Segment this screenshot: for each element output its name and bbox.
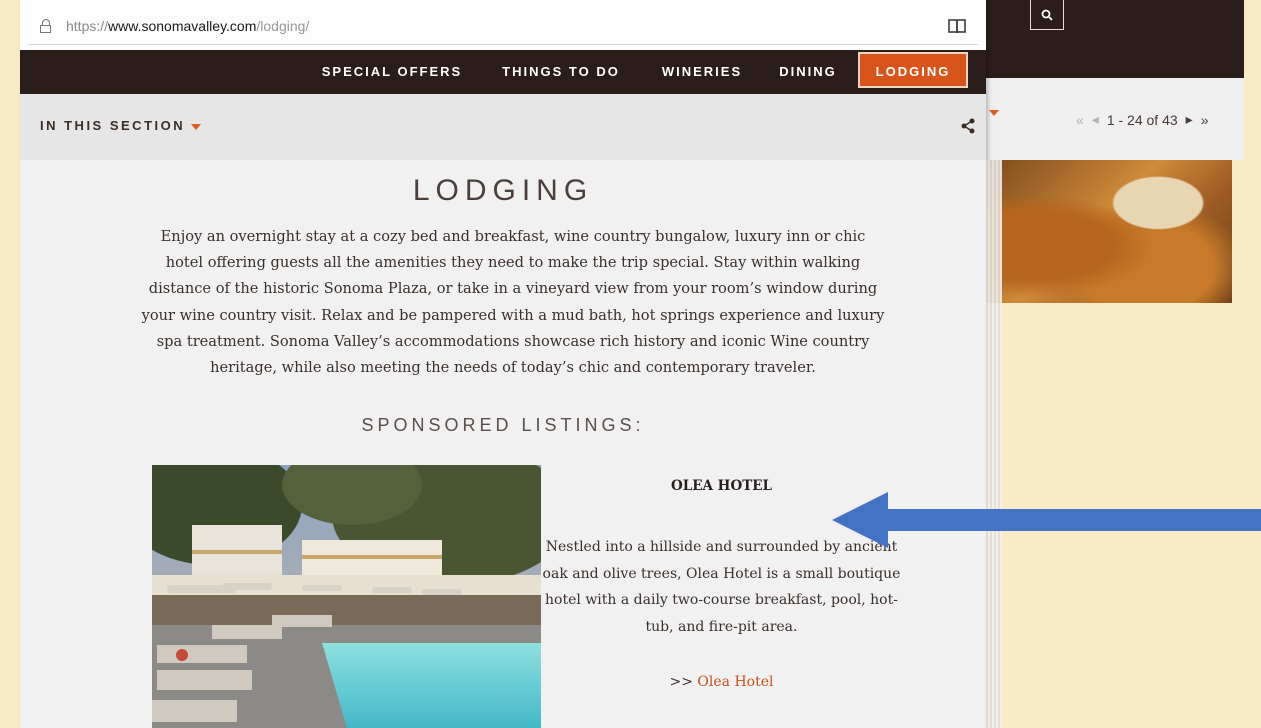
- caret-down-icon: [989, 110, 999, 116]
- first-page-icon[interactable]: «: [1076, 112, 1084, 128]
- page-title: LODGING: [412, 174, 594, 207]
- nav-things-to-do[interactable]: THINGS TO DO: [496, 50, 626, 94]
- next-page-icon[interactable]: ▸: [1186, 111, 1193, 128]
- lock-icon: [40, 19, 52, 33]
- search-icon: [1041, 9, 1053, 21]
- nav-dining[interactable]: DINING: [772, 50, 844, 94]
- in-this-section-dropdown[interactable]: IN THIS SECTION: [40, 118, 202, 133]
- address-bar: https://www.sonomavalley.com/lodging/: [20, 0, 986, 50]
- browser-window: https://www.sonomavalley.com/lodging/ SP…: [20, 0, 986, 728]
- reader-view-icon[interactable]: [948, 18, 966, 34]
- search-button[interactable]: [1030, 0, 1064, 30]
- intro-paragraph: Enjoy an overnight stay at a cozy bed an…: [141, 228, 885, 377]
- url-scheme: https://: [66, 18, 109, 34]
- olea-hotel-image[interactable]: [152, 465, 541, 728]
- sponsored-heading: SPONSORED LISTINGS:: [361, 415, 645, 435]
- share-icon[interactable]: [960, 118, 976, 134]
- url-field[interactable]: https://www.sonomavalley.com/lodging/: [28, 8, 978, 45]
- background-header: [986, 0, 1244, 78]
- url-text[interactable]: https://www.sonomavalley.com/lodging/: [66, 18, 309, 34]
- arrow-annotation: [832, 492, 1261, 548]
- nav-lodging[interactable]: LODGING: [858, 52, 968, 88]
- background-page: « ◂ 1 - 24 of 43 ▸ »: [986, 0, 1244, 303]
- background-bread-image: [986, 160, 1232, 303]
- url-domain: www.sonomavalley.com: [108, 18, 257, 34]
- main-content: LODGING Enjoy an overnight stay at a coz…: [20, 160, 986, 728]
- caret-down-icon: [191, 123, 202, 130]
- olea-hotel-link[interactable]: Olea Hotel: [697, 674, 773, 690]
- in-this-section-label: IN THIS SECTION: [40, 118, 186, 133]
- listing-link-row: >> Olea Hotel: [540, 674, 903, 690]
- hotel-photo: [152, 465, 541, 728]
- url-path: /lodging/: [256, 18, 310, 34]
- section-bar: IN THIS SECTION: [20, 94, 986, 160]
- listing-description: Nestled into a hillside and surrounded b…: [542, 539, 901, 635]
- nav-special-offers[interactable]: SPECIAL OFFERS: [316, 50, 468, 94]
- last-page-icon[interactable]: »: [1201, 112, 1209, 128]
- listing-link-prefix: >>: [669, 674, 693, 690]
- prev-page-icon[interactable]: ◂: [1092, 111, 1099, 128]
- main-nav: SPECIAL OFFERS THINGS TO DO WINERIES DIN…: [20, 50, 986, 94]
- nav-wineries[interactable]: WINERIES: [654, 50, 750, 94]
- window-shadow-stripes: [986, 160, 1002, 728]
- pager: « ◂ 1 - 24 of 43 ▸ »: [1076, 111, 1208, 128]
- pager-text: 1 - 24 of 43: [1106, 111, 1178, 128]
